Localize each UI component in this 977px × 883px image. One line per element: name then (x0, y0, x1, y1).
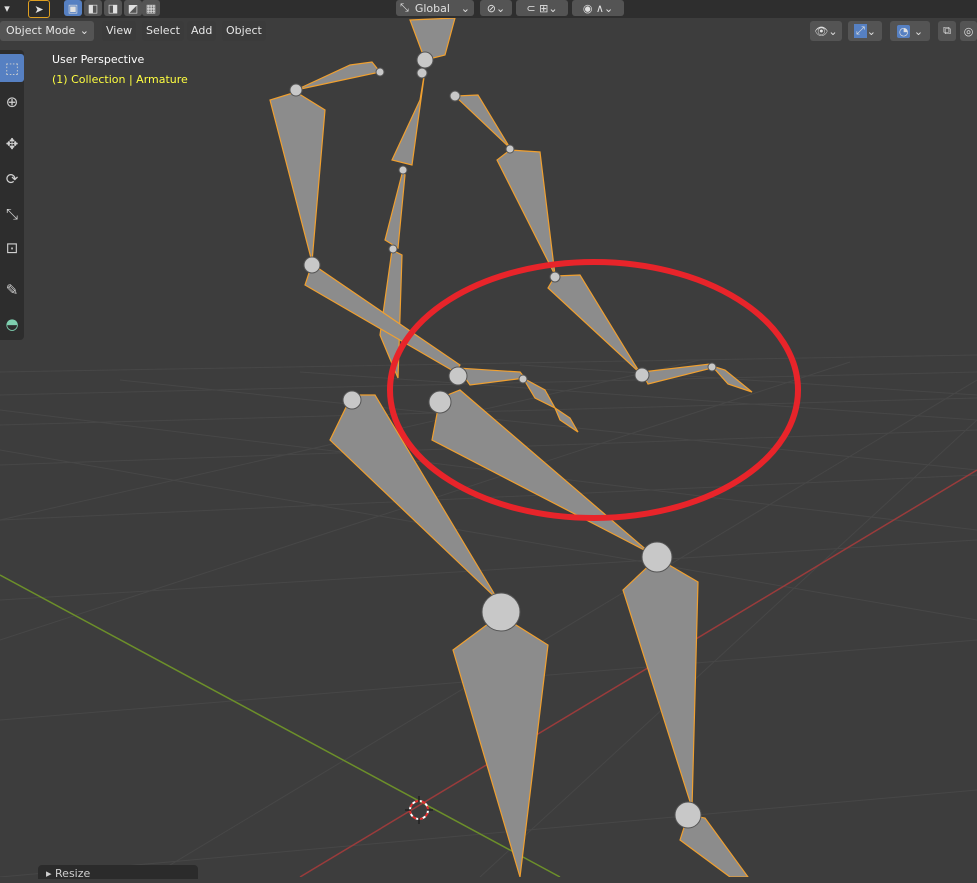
shading-wireframe-icon[interactable]: ◎ (960, 21, 977, 41)
bone-thigh-right[interactable] (431, 389, 651, 554)
select-icon[interactable]: ⬚ (0, 54, 24, 82)
overlays-icon[interactable]: ◔ ⌄ (890, 21, 930, 41)
pivot-point-icon[interactable]: ⊘⌄ (480, 0, 512, 16)
bone-upperarm-right[interactable] (496, 149, 556, 276)
scale-icon[interactable]: ⤡ (0, 200, 24, 228)
bone-spine[interactable] (384, 168, 406, 250)
bone-shoulder-right[interactable] (453, 94, 511, 149)
select-subtract-icon[interactable]: ◨ (104, 0, 122, 16)
bone-shin-left[interactable] (452, 614, 549, 877)
bone-finger-right[interactable] (710, 364, 753, 393)
snap-icon[interactable]: ⊂ ⊞⌄ (516, 0, 568, 16)
annotate-icon[interactable]: ✎ (0, 276, 24, 304)
bone-neck[interactable] (391, 69, 426, 166)
top-header: ▾ ➤ ▣ ◧ ◨ ◩ ▦ ⤡ Global ⌄ ⊘⌄ ⊂ ⊞⌄ ◉ ∧⌄ (0, 0, 977, 18)
chevron-down-icon: ⌄ (460, 1, 470, 15)
viewport-scene (0, 17, 977, 877)
orientation-icon: ⤡ (400, 1, 409, 14)
editor-type-icon[interactable]: ▾ (0, 0, 14, 16)
rotate-icon[interactable]: ⟳ (0, 165, 24, 193)
bone-upperarm-left[interactable] (269, 91, 326, 263)
menu-add[interactable]: Add (187, 21, 217, 41)
menu-view[interactable]: View (102, 21, 137, 41)
x-axis-line (299, 469, 977, 877)
chevron-right-icon: ▸ (46, 867, 56, 880)
menu-object[interactable]: Object (222, 21, 266, 41)
transform-icon[interactable]: ⊡ (0, 234, 24, 262)
select-new-icon[interactable]: ▣ (64, 0, 82, 16)
tool-shelf: ⬚ ⊕ ✥ ⟳ ⤡ ⊡ ✎ ◓ (0, 50, 24, 340)
3d-viewport[interactable] (0, 0, 977, 877)
gizmo-icon[interactable]: ⤢ ⌄ (848, 21, 882, 41)
bone-finger-left-2[interactable] (553, 406, 579, 433)
measure-icon[interactable]: ◓ (0, 310, 24, 338)
mode-dropdown[interactable]: Object Mode ⌄ (0, 21, 94, 41)
move-icon[interactable]: ✥ (0, 130, 24, 158)
select-tool-icon[interactable]: ➤ (28, 0, 50, 18)
proportional-editing-icon[interactable]: ◉ ∧⌄ (572, 0, 624, 16)
bone-forearm-right[interactable] (547, 274, 641, 374)
bone-forearm-left[interactable] (304, 263, 461, 373)
bone-shin-right[interactable] (622, 557, 699, 809)
select-extend-icon[interactable]: ◧ (84, 0, 102, 16)
resize-label: Resize (55, 867, 91, 880)
bone-shoulder-left[interactable] (295, 61, 382, 91)
collection-label: (1) Collection | Armature (52, 73, 188, 86)
select-invert-icon[interactable]: ◩ (124, 0, 142, 16)
orientation-dropdown[interactable]: ⤡ Global ⌄ (396, 0, 474, 16)
bone-head[interactable] (409, 17, 456, 61)
bone-hand-right[interactable] (641, 363, 713, 385)
select-intersect-icon[interactable]: ▦ (142, 0, 160, 16)
perspective-label: User Perspective (52, 53, 145, 66)
orientation-label: Global (414, 1, 450, 15)
menu-select[interactable]: Select (142, 21, 184, 41)
cursor-icon[interactable]: ⊕ (0, 88, 24, 116)
mode-label: Object Mode (6, 24, 76, 37)
chevron-down-icon: ⌄ (79, 24, 89, 37)
xray-icon[interactable]: ⧉ (938, 21, 956, 41)
visibility-icon[interactable]: 👁⌄ (810, 21, 842, 41)
